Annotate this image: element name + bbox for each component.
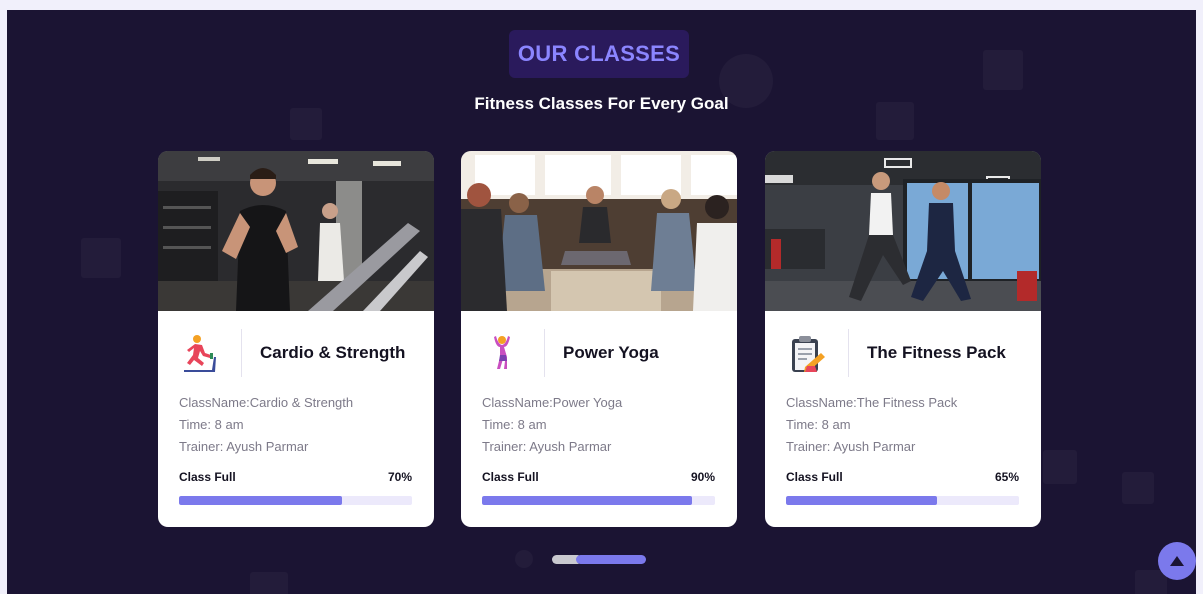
- section-badge: OUR CLASSES: [509, 30, 689, 78]
- pagination-dot-active[interactable]: [576, 555, 646, 564]
- class-full-label: Class Full: [482, 470, 539, 484]
- scroll-to-top-button[interactable]: [1158, 542, 1196, 580]
- arrow-up-icon: [1170, 556, 1184, 566]
- class-full-percent: 90%: [690, 470, 715, 484]
- class-progress-fill: [482, 496, 692, 505]
- classes-section: OUR CLASSES Fitness Classes For Every Go…: [7, 10, 1196, 594]
- class-photo-lunges: [765, 151, 1041, 311]
- class-progress-bar: [786, 496, 1019, 505]
- class-progress-bar: [179, 496, 412, 505]
- class-photo-yoga: [461, 151, 737, 311]
- class-photo-gym: [158, 151, 434, 311]
- class-name-text: ClassName:The Fitness Pack: [786, 395, 958, 410]
- class-name-text: ClassName:Power Yoga: [482, 395, 623, 410]
- class-trainer-text: Trainer: Ayush Parmar: [482, 439, 612, 454]
- treadmill-runner-icon: [178, 333, 220, 375]
- class-full-percent: 70%: [387, 470, 412, 484]
- class-full-label: Class Full: [786, 470, 843, 484]
- background-decoration: [1122, 472, 1154, 504]
- class-details: ClassName:Cardio & Strength Time: 8 am T…: [179, 392, 353, 458]
- class-time-text: Time: 8 am: [179, 417, 244, 432]
- class-time-text: Time: 8 am: [482, 417, 547, 432]
- class-full-percent: 65%: [994, 470, 1019, 484]
- class-card-yoga[interactable]: Power Yoga ClassName:Power Yoga Time: 8 …: [461, 151, 737, 527]
- class-card-fitness-pack[interactable]: The Fitness Pack ClassName:The Fitness P…: [765, 151, 1041, 527]
- card-divider: [544, 329, 545, 377]
- background-decoration: [983, 50, 1023, 90]
- card-divider: [241, 329, 242, 377]
- background-decoration: [81, 238, 121, 278]
- class-title: Power Yoga: [563, 343, 659, 362]
- class-name-text: ClassName:Cardio & Strength: [179, 395, 354, 410]
- class-card-cardio[interactable]: Cardio & Strength ClassName:Cardio & Str…: [158, 151, 434, 527]
- card-divider: [848, 329, 849, 377]
- background-decoration: [515, 550, 533, 568]
- class-details: ClassName:The Fitness Pack Time: 8 am Tr…: [786, 392, 957, 458]
- class-details: ClassName:Power Yoga Time: 8 am Trainer:…: [482, 392, 622, 458]
- class-progress-fill: [179, 496, 343, 505]
- class-title: Cardio & Strength: [260, 343, 406, 362]
- section-subtitle: Fitness Classes For Every Goal: [474, 94, 729, 113]
- yoga-pose-icon: [481, 333, 523, 375]
- class-trainer-text: Trainer: Ayush Parmar: [786, 439, 916, 454]
- background-decoration: [250, 572, 288, 594]
- class-title: The Fitness Pack: [867, 343, 1006, 362]
- clipboard-plan-icon: [785, 333, 827, 375]
- class-progress-bar: [482, 496, 715, 505]
- class-progress-fill: [786, 496, 938, 505]
- carousel-pagination[interactable]: [552, 555, 646, 564]
- class-time-text: Time: 8 am: [786, 417, 851, 432]
- class-full-label: Class Full: [179, 470, 236, 484]
- background-decoration: [1043, 450, 1077, 484]
- class-trainer-text: Trainer: Ayush Parmar: [179, 439, 309, 454]
